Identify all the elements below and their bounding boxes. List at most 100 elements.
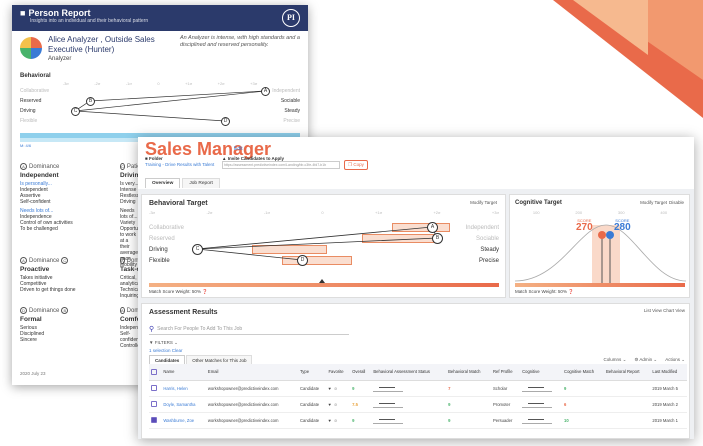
marker-b: B — [432, 233, 443, 244]
column-label: Favorite — [328, 369, 344, 375]
behavioral-match: 9 — [448, 417, 451, 423]
column-label: Cognitive Match — [564, 369, 595, 375]
column-label: Behavioral Assessment Status — [373, 369, 430, 375]
column-label: Behavioral Match — [448, 369, 481, 375]
hide-icon[interactable]: ⊘ — [334, 418, 338, 423]
marker-c: C — [192, 244, 203, 255]
column-header[interactable]: Email — [205, 364, 298, 381]
last-modified: 2019 March 2 — [652, 401, 678, 407]
tab-overview[interactable]: Overview — [145, 178, 181, 188]
view-toggle[interactable]: List View Chart View — [644, 308, 685, 313]
marker-a: A — [261, 87, 270, 96]
pattern-thumbnail[interactable] — [373, 416, 404, 424]
candidate-type: Candidate — [299, 417, 320, 423]
column-label: Type — [299, 369, 310, 375]
table-actions: Columns ⌄ ⚙ Admin ⌄ Actions ⌄ — [604, 357, 685, 363]
person-profile: Analyzer — [48, 56, 72, 62]
folder-label: ■ Folder — [145, 156, 163, 161]
table-row[interactable]: Harris, Helen workshopowner@predictiveind… — [149, 380, 687, 397]
pattern-thumbnail[interactable] — [373, 400, 404, 408]
behavioral-match: 7 — [448, 385, 451, 391]
column-label: Ref Profile — [493, 369, 513, 375]
column-header[interactable]: Favorite — [326, 364, 351, 381]
report-date: 2020 July 23 — [20, 371, 46, 376]
cognitive-thumbnail[interactable] — [522, 384, 553, 392]
table-row[interactable]: Doyle, Samantha workshopowner@predictivei… — [149, 396, 687, 413]
column-header[interactable]: Behavioral Report — [604, 364, 651, 381]
columns-menu[interactable]: Columns ⌄ — [604, 357, 627, 363]
row-checkbox[interactable] — [151, 417, 157, 423]
assessment-results-panel: Assessment Results List View Chart View … — [141, 303, 690, 439]
cognitive-thumbnail[interactable] — [522, 400, 553, 408]
table-row[interactable]: Washburne, Zoe workshopowner@predictivein… — [149, 412, 687, 429]
pattern-thumbnail[interactable] — [373, 384, 404, 392]
column-header[interactable]: Name — [161, 364, 206, 381]
person-gauge: M: 4/6 — [20, 143, 32, 148]
job-tabs: Overview Job Report — [145, 178, 220, 188]
invite-url-field[interactable]: https://assessment.predictiveindex.com/L… — [222, 161, 340, 169]
column-label: Cognitive — [522, 369, 540, 375]
cognitive-match: 6 — [564, 401, 567, 407]
cognitive-thumbnail[interactable] — [522, 416, 553, 424]
tab-job-report[interactable]: Job Report — [182, 178, 220, 188]
edit-link[interactable]: Edit — [234, 146, 243, 152]
favorite-icon[interactable]: ♥ — [328, 386, 331, 391]
candidate-name-link[interactable]: Doyle, Samantha — [163, 402, 195, 407]
person-report-title: Person Report — [28, 8, 91, 18]
factor-proactive: A Dominance C Proactive Takes initiative C… — [20, 257, 76, 293]
column-header[interactable]: Behavioral Match — [446, 364, 492, 381]
column-header[interactable]: Ref Profile — [491, 364, 521, 381]
hide-icon[interactable]: ⊘ — [334, 402, 338, 407]
column-header[interactable] — [149, 364, 162, 381]
select-all-checkbox[interactable] — [151, 368, 157, 375]
folder-link[interactable]: Training - Drive Results with Talent — [145, 162, 214, 167]
row-checkbox[interactable] — [151, 385, 157, 391]
candidates-table: Name Email Type Favorite Overall Behavioral A… — [149, 364, 687, 429]
info-icon: ❓ — [568, 289, 574, 294]
last-modified: 2019 March 5 — [652, 385, 678, 391]
selection-clear[interactable]: 1 selection Clear — [149, 348, 183, 353]
filters-button[interactable]: ▼ FILTERS ⌄ — [149, 340, 178, 346]
score-270: SCORE 270 — [576, 218, 593, 233]
behavioral-match: 9 — [448, 401, 451, 407]
candidate-email: workshopowner@predictiveindex.com — [207, 401, 279, 407]
cognitive-match: 10 — [564, 417, 569, 423]
column-label: Email — [207, 369, 219, 375]
column-header[interactable]: Overall — [350, 364, 372, 381]
hide-icon[interactable]: ⊘ — [334, 386, 338, 391]
column-label: Last Modified — [652, 369, 678, 375]
row-checkbox[interactable] — [151, 401, 157, 407]
candidate-name-link[interactable]: Harris, Helen — [163, 386, 187, 391]
favorite-icon[interactable]: ♥ — [328, 418, 331, 423]
sales-manager-window: Sales Manager Edit ■ Folder Training - D… — [138, 137, 694, 439]
column-header[interactable]: Type — [297, 364, 327, 381]
copy-button[interactable]: ❐ Copy — [344, 160, 368, 170]
favorite-icon[interactable]: ♥ — [328, 402, 331, 407]
candidate-type: Candidate — [299, 385, 320, 391]
corner-decoration — [473, 0, 703, 118]
reference-profile: Persuader — [493, 417, 513, 423]
actions-menu[interactable]: Actions ⌄ — [665, 357, 685, 363]
candidate-name-link[interactable]: Washburne, Zoe — [163, 418, 194, 423]
column-header[interactable]: Cognitive — [520, 364, 563, 381]
candidate-email: workshopowner@predictiveindex.com — [207, 417, 279, 423]
admin-menu[interactable]: ⚙ Admin ⌄ — [634, 357, 657, 363]
column-header[interactable]: Behavioral Assessment Status — [371, 364, 447, 381]
score-280: SCORE 280 — [614, 218, 631, 233]
assessment-title: Assessment Results — [149, 309, 218, 316]
marker-b: B — [86, 97, 95, 106]
cognitive-weight: Match Score Weight: 50% ❓ — [515, 289, 574, 294]
column-header[interactable]: Last Modified — [650, 364, 687, 381]
person-description: An Analyzer is intense, with high standa… — [180, 35, 300, 48]
column-header[interactable]: Cognitive Match — [562, 364, 605, 381]
last-modified: 2019 March 1 — [652, 417, 678, 423]
column-label: Name — [163, 369, 175, 375]
overview-body: Behavioral Target Modify Target -3σ -2σ -1… — [138, 189, 694, 439]
column-label: Overall — [352, 369, 366, 375]
people-search-input[interactable]: ⚲ Search For People To Add To This Job — [149, 324, 349, 335]
avatar — [20, 37, 42, 59]
behavioral-target-panel: Behavioral Target Modify Target -3σ -2σ -1… — [141, 194, 506, 298]
behavioral-weight: Match Score Weight: 50% ❓ — [149, 289, 208, 294]
reference-profile: Promoter — [493, 401, 511, 407]
marker-c: C — [71, 107, 80, 116]
